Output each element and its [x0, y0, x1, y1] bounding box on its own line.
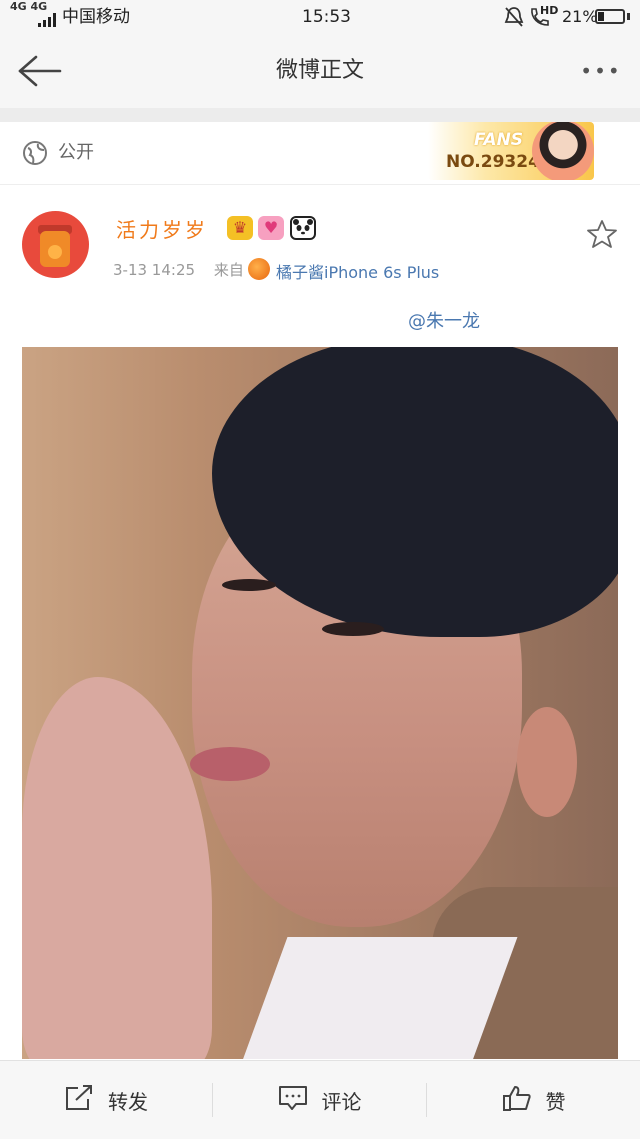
status-time: 15:53 — [302, 7, 351, 27]
more-options-button[interactable]: ••• — [578, 54, 624, 88]
image-collar — [236, 937, 518, 1059]
thumbs-up-icon — [502, 1084, 532, 1117]
fans-badge-card[interactable]: FANS NO.293241 — [428, 122, 594, 180]
heart-badge-icon[interactable]: ♥ — [258, 216, 284, 240]
action-bar: 转发 评论 赞 — [0, 1060, 640, 1139]
hd-label: HD — [540, 4, 559, 17]
comment-label: 评论 — [321, 1089, 362, 1114]
post-timestamp: 3-13 14:25 — [113, 261, 196, 279]
image-lips — [190, 747, 270, 781]
fans-avatar-image — [532, 122, 594, 180]
comment-icon — [278, 1084, 308, 1117]
panda-badge-icon[interactable] — [290, 216, 316, 240]
repost-label: 转发 — [108, 1089, 148, 1114]
comment-button[interactable]: 评论 — [213, 1061, 426, 1139]
post-meta: 3-13 14:25 来自 — [113, 259, 244, 280]
image-eye-right — [322, 622, 384, 636]
visibility-label: 公开 — [58, 142, 94, 163]
carrier-name: 中国移动 — [62, 7, 130, 27]
battery-tip — [627, 13, 630, 20]
post-source-link[interactable]: 橘子酱iPhone 6s Plus — [276, 259, 439, 283]
mention-link[interactable]: @朱一龙 — [408, 307, 480, 333]
battery-icon — [595, 9, 625, 24]
avatar-orange — [48, 245, 62, 259]
image-eye-left — [222, 579, 276, 591]
post-username[interactable]: 活力岁岁 — [116, 214, 208, 243]
like-button[interactable]: 赞 — [427, 1061, 640, 1139]
fans-label: FANS — [474, 130, 524, 150]
post-image[interactable] — [22, 347, 618, 1059]
repost-icon — [64, 1084, 94, 1117]
image-ear — [517, 707, 577, 817]
like-label: 赞 — [545, 1089, 566, 1114]
battery-percent: 21% — [562, 7, 598, 26]
repost-button[interactable]: 转发 — [0, 1061, 212, 1139]
page-title: 微博正文 — [275, 58, 364, 83]
user-avatar[interactable] — [22, 211, 89, 278]
section-divider — [0, 108, 640, 122]
status-bar: 4G 4G 中国移动 15:53 HD 21% — [0, 0, 640, 34]
from-label: 来自 — [213, 261, 244, 279]
globe-icon — [22, 140, 48, 170]
nav-bar: 微博正文 ••• — [0, 34, 640, 109]
image-hand — [22, 677, 212, 1059]
favorite-star-icon[interactable] — [586, 218, 618, 254]
signal-icon — [38, 8, 58, 27]
crown-badge-icon[interactable]: ♛ — [227, 216, 253, 240]
orange-icon — [248, 258, 270, 280]
mute-bell-icon — [504, 6, 524, 32]
